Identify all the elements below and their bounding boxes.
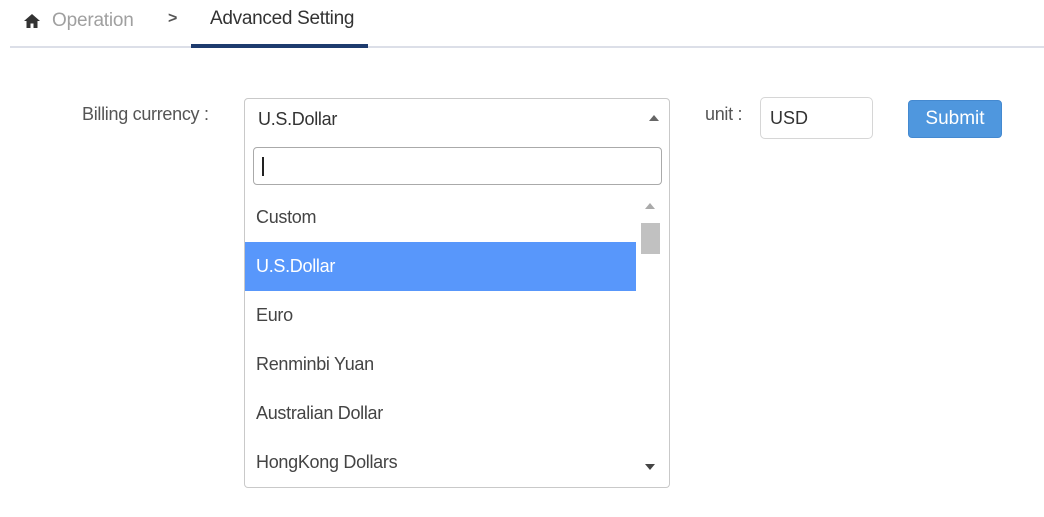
billing-currency-select[interactable]: U.S.Dollar: [244, 98, 670, 139]
dropdown-search-input[interactable]: [253, 147, 662, 185]
breadcrumb: Operation > Advanced Setting: [10, 0, 1044, 48]
dropdown-option[interactable]: Euro: [245, 291, 636, 340]
dropdown-option[interactable]: HongKong Dollars: [245, 438, 636, 487]
scroll-thumb[interactable]: [641, 223, 660, 254]
breadcrumb-separator: >: [168, 10, 178, 27]
submit-button[interactable]: Submit: [908, 100, 1002, 138]
billing-currency-value: U.S.Dollar: [258, 109, 338, 129]
breadcrumb-parent[interactable]: Operation: [52, 10, 134, 32]
chevron-up-icon[interactable]: [649, 115, 659, 121]
dropdown-option[interactable]: Custom: [245, 193, 636, 242]
home-icon[interactable]: [24, 14, 40, 28]
dropdown-option[interactable]: Renminbi Yuan: [245, 340, 636, 389]
breadcrumb-home[interactable]: Operation: [24, 10, 134, 32]
breadcrumb-current[interactable]: Advanced Setting: [200, 8, 362, 48]
scroll-down-icon[interactable]: [645, 464, 655, 470]
unit-label: unit :: [705, 104, 743, 124]
dropdown-options: Custom U.S.Dollar Euro Renminbi Yuan Austral…: [245, 193, 636, 487]
active-tab-indicator: [191, 44, 368, 48]
billing-currency-label: Billing currency :: [82, 104, 209, 124]
text-cursor: [262, 157, 264, 176]
currency-dropdown: Custom U.S.Dollar Euro Renminbi Yuan Austral…: [244, 138, 670, 488]
unit-input[interactable]: [760, 97, 873, 139]
scroll-up-icon[interactable]: [645, 203, 655, 209]
dropdown-option[interactable]: Australian Dollar: [245, 389, 636, 438]
dropdown-option[interactable]: U.S.Dollar: [245, 242, 636, 291]
dropdown-scrollbar[interactable]: [639, 198, 661, 483]
